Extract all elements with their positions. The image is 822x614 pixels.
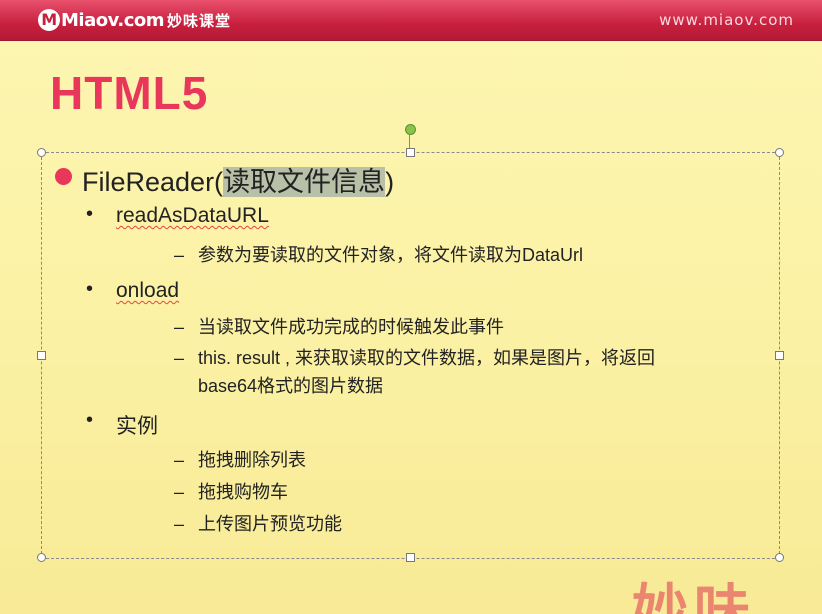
resize-handle-left[interactable] — [37, 351, 46, 360]
dash-marker: – — [174, 348, 185, 368]
site-logo: M Miaov.com 妙味课堂 — [38, 8, 231, 32]
resize-handle-bottom-left[interactable] — [37, 553, 46, 562]
selected-text[interactable]: 读取文件信息 — [223, 167, 386, 197]
dash-marker: – — [174, 245, 185, 265]
list-item-label: 实例 — [116, 415, 158, 438]
sub-item[interactable]: – 拖拽删除列表 — [174, 446, 306, 474]
sub-item-continuation: base64格式的图片数据 — [198, 376, 384, 396]
resize-handle-top-left[interactable] — [37, 148, 46, 157]
main-bullet-text[interactable]: FileReader(读取文件信息) — [82, 160, 394, 199]
sub-item[interactable]: – 拖拽购物车 — [174, 478, 288, 506]
watermark: 妙味 — [632, 579, 756, 614]
list-item[interactable]: • 实例 — [86, 409, 158, 440]
sub-item[interactable]: – this. result , 来获取读取的文件数据，如果是图片，将返回 — [174, 344, 656, 372]
sub-item-text: 拖拽购物车 — [198, 482, 288, 502]
site-url: www.miaov.com — [659, 11, 794, 29]
list-item[interactable]: • readAsDataURL — [86, 203, 269, 228]
list-item-label: readAsDataURL — [116, 204, 269, 227]
dash-marker: – — [174, 514, 185, 534]
main-bullet-prefix: FileReader( — [82, 167, 224, 197]
bullet-dot: • — [86, 203, 94, 225]
resize-handle-bottom-right[interactable] — [775, 553, 784, 562]
dash-marker: – — [174, 482, 185, 502]
logo-chinese: 妙味课堂 — [167, 11, 232, 30]
sub-item-text: 参数为要读取的文件对象，将文件读取为DataUrl — [198, 245, 584, 265]
sub-item[interactable]: – 上传图片预览功能 — [174, 510, 342, 538]
sub-item[interactable]: – 参数为要读取的文件对象，将文件读取为DataUrl — [174, 241, 584, 269]
resize-handle-bottom[interactable] — [406, 553, 415, 562]
dash-marker: – — [174, 317, 185, 337]
top-banner: M Miaov.com 妙味课堂 www.miaov.com — [0, 0, 822, 41]
logo-text: Miaov.com — [61, 9, 165, 31]
sub-item-text: 当读取文件成功完成的时候触发此事件 — [198, 317, 504, 337]
sub-item[interactable]: – 当读取文件成功完成的时候触发此事件 — [174, 313, 504, 341]
logo-mark: M — [38, 9, 60, 31]
dash-marker: – — [174, 450, 185, 470]
rotate-handle[interactable] — [405, 124, 416, 135]
resize-handle-right[interactable] — [775, 351, 784, 360]
sub-item-text: 上传图片预览功能 — [198, 514, 342, 534]
sub-item-text: 拖拽删除列表 — [198, 450, 306, 470]
main-bullet-suffix: ) — [385, 167, 395, 197]
resize-handle-top[interactable] — [406, 148, 415, 157]
sub-item-text: this. result , 来获取读取的文件数据，如果是图片，将返回 — [198, 348, 656, 368]
list-item[interactable]: • onload — [86, 278, 180, 303]
slide-title: HTML5 — [50, 67, 209, 119]
list-item-label: onload — [116, 279, 180, 302]
bullet-dot: • — [86, 409, 94, 431]
red-bullet-icon — [55, 168, 72, 185]
resize-handle-top-right[interactable] — [775, 148, 784, 157]
bullet-dot: • — [86, 278, 94, 300]
